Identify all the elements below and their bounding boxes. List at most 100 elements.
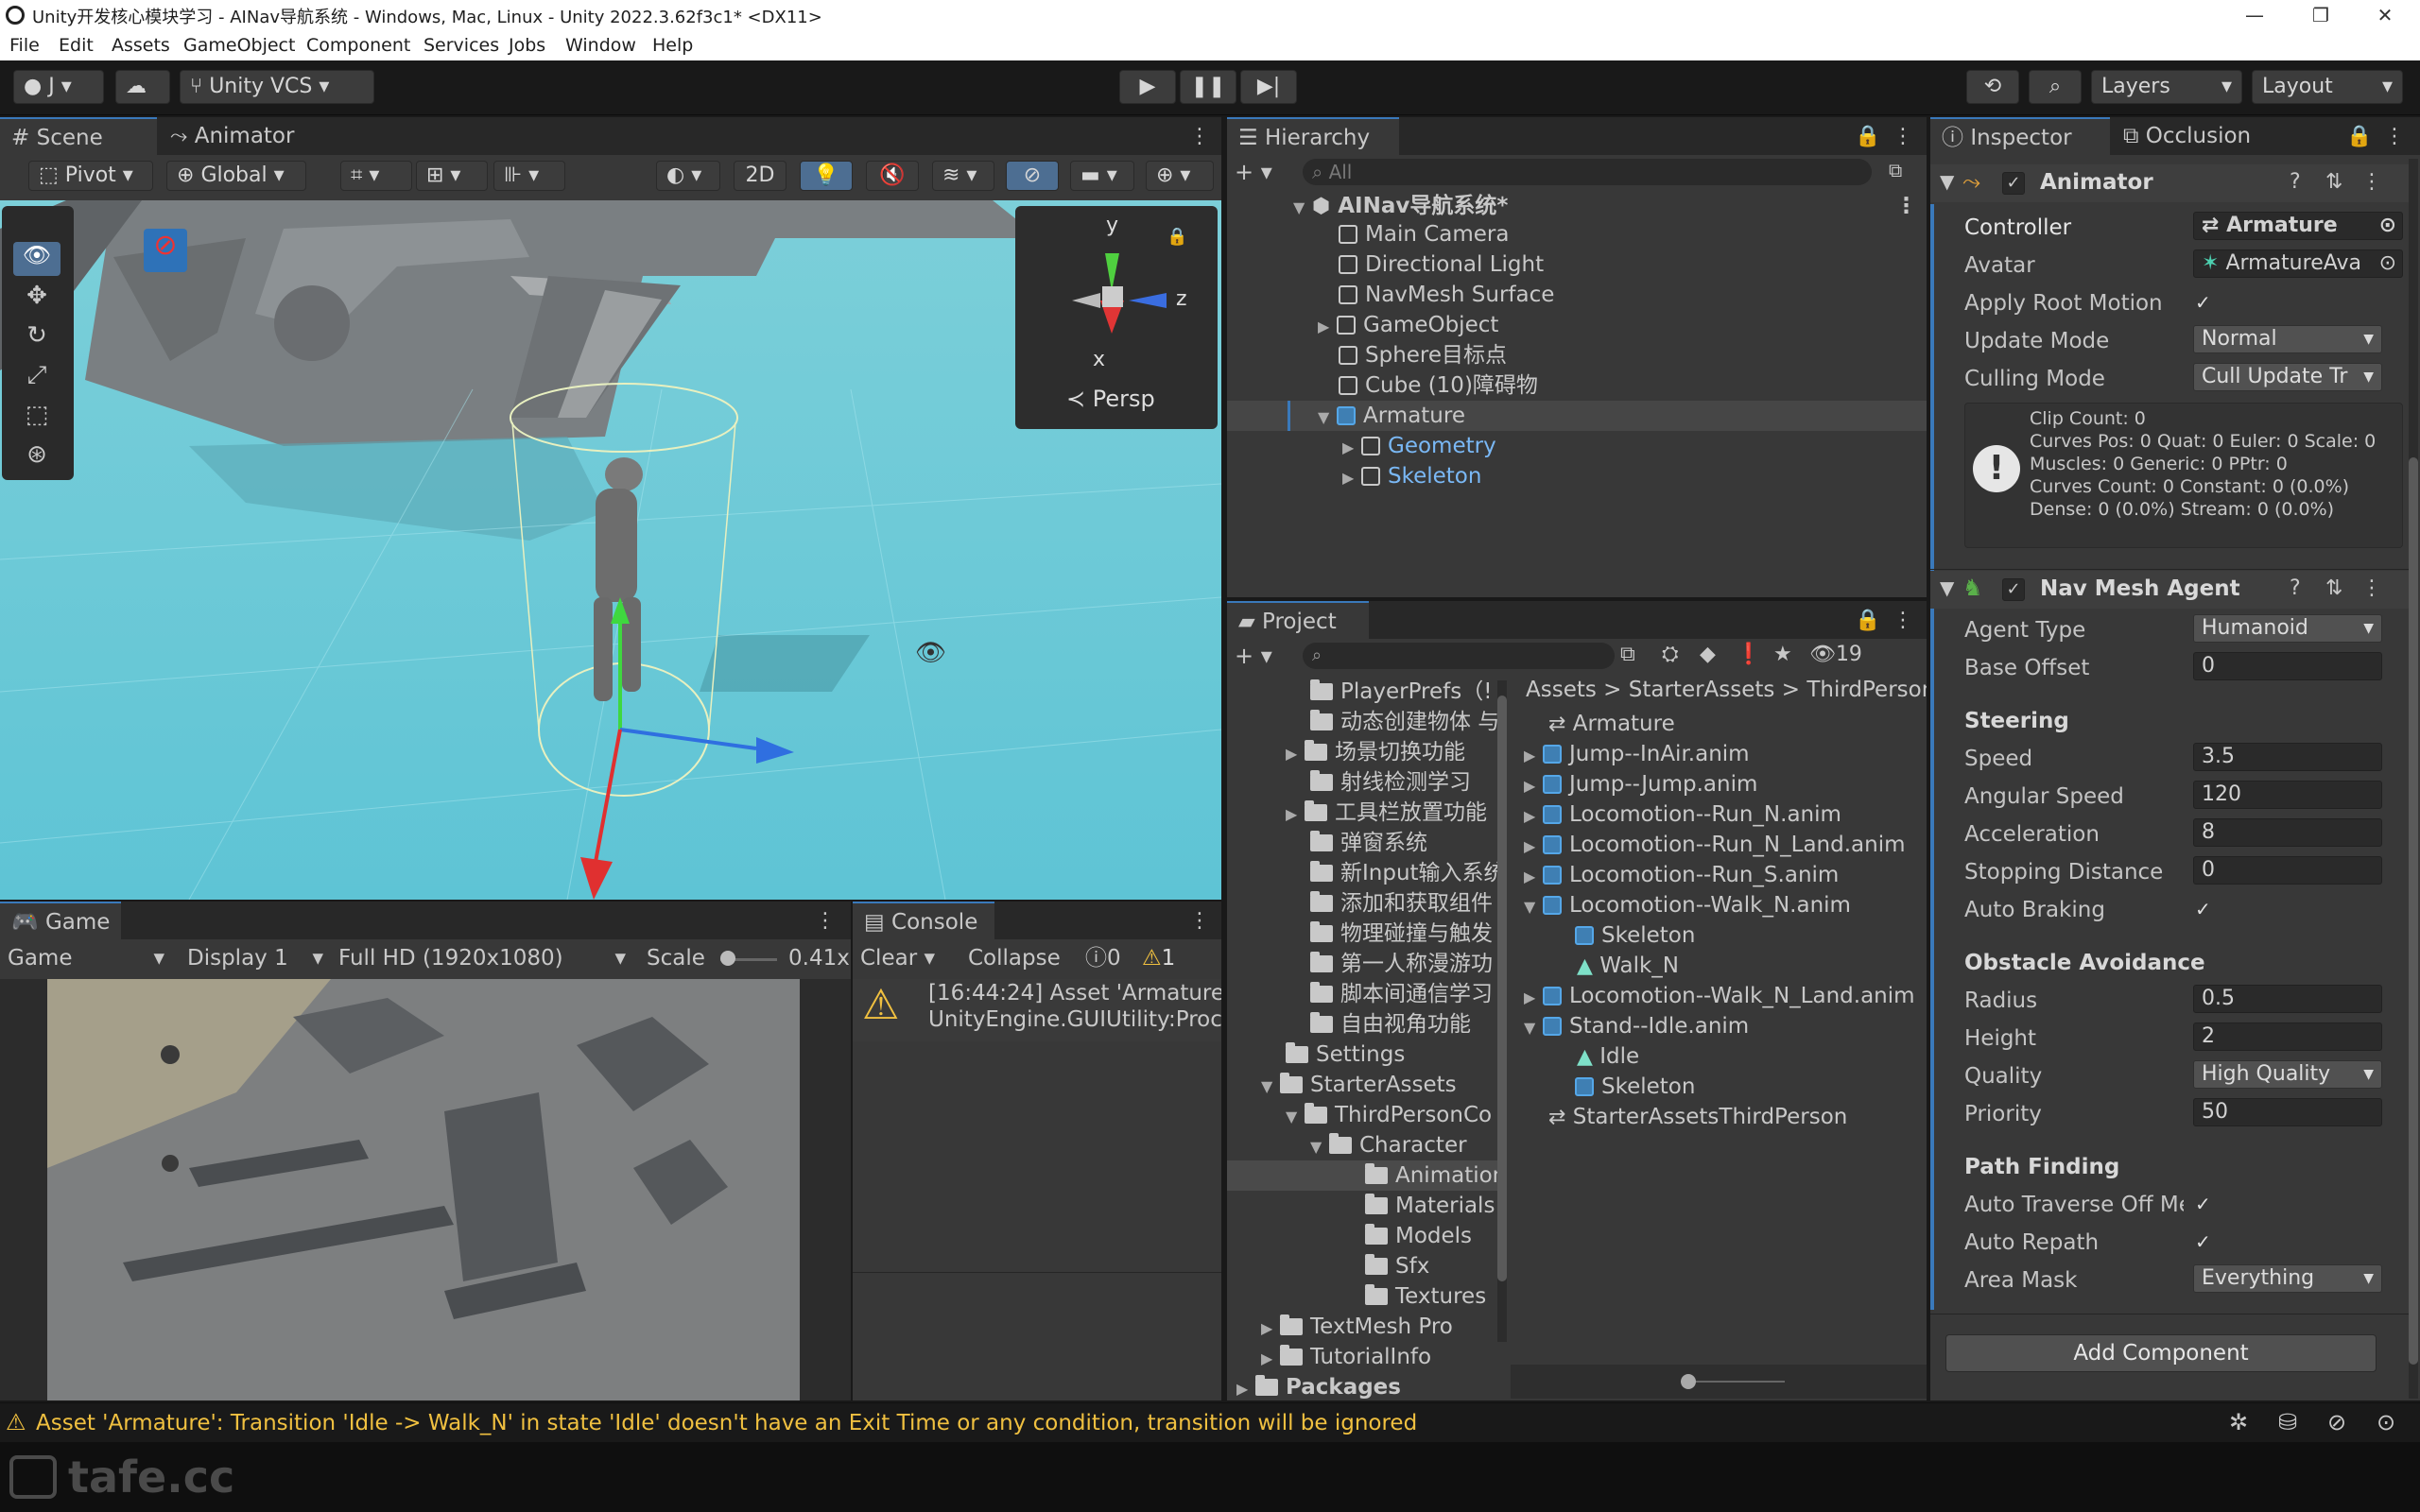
chevron-down-icon[interactable]: ▼ bbox=[1524, 892, 1543, 922]
inspector-scrollbar-thumb[interactable] bbox=[2409, 457, 2418, 1365]
grid-snap-button[interactable]: ⌗ ▾ bbox=[340, 161, 412, 191]
culling-mode-dropdown[interactable]: Cull Update Tr bbox=[2193, 363, 2382, 391]
folder-item[interactable]: ▼ ThirdPersonCo bbox=[1286, 1100, 1492, 1130]
tab-game[interactable]: 🎮 Game bbox=[0, 902, 121, 939]
hidden-count[interactable]: 👁19 bbox=[1809, 643, 1862, 666]
pause-button[interactable]: ❚❚ bbox=[1180, 70, 1236, 104]
chevron-down-icon[interactable]: ▼ bbox=[1261, 1072, 1280, 1102]
folder-item[interactable]: Textures bbox=[1365, 1281, 1486, 1312]
hidden-objects-button[interactable]: ⊘ bbox=[1006, 161, 1059, 191]
preset-icon[interactable]: ⇅ bbox=[2325, 576, 2342, 600]
folder-item[interactable]: Models bbox=[1365, 1221, 1472, 1251]
scale-slider-thumb[interactable] bbox=[720, 951, 735, 966]
folder-item[interactable]: Settings bbox=[1286, 1040, 1405, 1070]
menu-help[interactable]: Help bbox=[652, 35, 693, 56]
chevron-down-icon[interactable]: ▼ bbox=[1940, 170, 1954, 193]
auto-braking-checkbox[interactable]: ✓ bbox=[2195, 900, 2214, 919]
rect-tool-icon[interactable]: ⬚ bbox=[13, 401, 60, 435]
folder-item[interactable]: Sfx bbox=[1365, 1251, 1429, 1281]
menu-jobs[interactable]: Jobs bbox=[509, 35, 545, 56]
display-dropdown[interactable]: Display 1 ▾ bbox=[187, 943, 327, 973]
close-button[interactable]: ✕ bbox=[2352, 0, 2418, 30]
agent-type-dropdown[interactable]: Humanoid bbox=[2193, 614, 2382, 643]
game-mode-dropdown[interactable]: Game ▾ bbox=[8, 943, 168, 973]
hierarchy-item-navmesh-surface[interactable]: NavMesh Surface bbox=[1339, 280, 1554, 310]
quality-dropdown[interactable]: High Quality bbox=[2193, 1060, 2382, 1089]
breadcrumb-item[interactable]: ThirdPerson bbox=[1806, 678, 1927, 702]
hierarchy-search-input[interactable]: ⌕ All bbox=[1303, 159, 1872, 185]
effects-button[interactable]: ≋ ▾ bbox=[932, 161, 994, 191]
avatar-field[interactable]: ✶ ArmatureAva ⊙ bbox=[2193, 249, 2403, 278]
hierarchy-item-sphere[interactable]: Sphere目标点 bbox=[1339, 340, 1507, 370]
asset-item[interactable]: ▲ Idle bbox=[1577, 1041, 1639, 1072]
folder-item[interactable]: PlayerPrefs（! bbox=[1310, 677, 1492, 707]
menu-services[interactable]: Services bbox=[424, 35, 499, 56]
folder-item[interactable]: 第一人称漫游功 bbox=[1310, 949, 1493, 979]
tab-project[interactable]: ▰ Project bbox=[1227, 601, 1369, 639]
folder-item[interactable]: ▼ Character bbox=[1310, 1130, 1467, 1160]
chevron-right-icon[interactable]: ▶ bbox=[1524, 983, 1543, 1013]
rotate-tool-icon[interactable]: ↻ bbox=[13, 321, 60, 355]
warning-filter-button[interactable]: ⚠1 bbox=[1142, 943, 1175, 973]
component-menu-icon[interactable]: ⋮ bbox=[2361, 170, 2382, 194]
navmesh-off-icon[interactable]: ⊘ bbox=[144, 229, 187, 272]
preset-icon[interactable]: ⇅ bbox=[2325, 170, 2342, 194]
auto-traverse-checkbox[interactable]: ✓ bbox=[2195, 1194, 2214, 1213]
vcs-button[interactable]: ⑂ Unity VCS ▾ bbox=[180, 70, 374, 104]
folder-item[interactable]: ▶ TextMesh Pro bbox=[1261, 1312, 1453, 1342]
folder-item[interactable]: ▼ StarterAssets bbox=[1261, 1070, 1457, 1100]
lock-icon[interactable]: 🔒 bbox=[2346, 125, 2372, 148]
component-menu-icon[interactable]: ⋮ bbox=[2361, 576, 2382, 600]
folder-item[interactable]: 物理碰撞与触发 bbox=[1310, 919, 1493, 949]
maximize-button[interactable]: ❐ bbox=[2288, 0, 2354, 30]
projection-toggle[interactable]: ≺ Persp bbox=[1066, 386, 1155, 412]
asset-item[interactable]: ⇄ Armature bbox=[1548, 709, 1675, 739]
label-icon[interactable]: ◆ bbox=[1700, 643, 1716, 666]
info-filter-button[interactable]: ⓘ0 bbox=[1085, 943, 1121, 973]
navagent-enabled-checkbox[interactable]: ✓ bbox=[2002, 578, 2025, 601]
asset-item[interactable]: Skeleton bbox=[1575, 920, 1695, 951]
history-button[interactable]: ⟲ bbox=[1966, 70, 2019, 104]
chevron-right-icon[interactable]: ▶ bbox=[1286, 739, 1305, 769]
asset-item[interactable]: ▶ Jump--Jump.anim bbox=[1524, 769, 1757, 799]
chevron-right-icon[interactable]: ▶ bbox=[1524, 862, 1543, 892]
chevron-down-icon[interactable]: ▼ bbox=[1286, 1102, 1305, 1132]
tab-scene[interactable]: # Scene bbox=[0, 117, 157, 155]
menu-window[interactable]: Window bbox=[565, 35, 636, 56]
chevron-right-icon[interactable]: ▶ bbox=[1524, 801, 1543, 832]
asset-item[interactable]: ▼ Locomotion--Walk_N.anim bbox=[1524, 890, 1851, 920]
chevron-right-icon[interactable]: ▶ bbox=[1261, 1314, 1280, 1344]
navagent-header[interactable]: ▼ ♞ ✓ Nav Mesh Agent ? ⇅ ⋮ bbox=[1930, 571, 2409, 609]
radius-field[interactable]: 0.5 bbox=[2193, 985, 2382, 1013]
chevron-right-icon[interactable]: ▶ bbox=[1524, 741, 1543, 771]
asset-item[interactable]: Skeleton bbox=[1575, 1072, 1695, 1102]
audio-button[interactable]: 🔇 bbox=[866, 161, 919, 191]
breadcrumb-item[interactable]: Assets bbox=[1526, 678, 1597, 702]
transform-tool-icon[interactable]: ⊛ bbox=[13, 440, 60, 474]
console-entry[interactable]: ⚠ [16:44:24] Asset 'Armature': UnityEngi… bbox=[853, 979, 1221, 1041]
status-message[interactable]: Asset 'Armature': Transition 'Idle -> Wa… bbox=[36, 1411, 1417, 1435]
view-tool-eye-icon[interactable]: 👁 bbox=[13, 242, 60, 276]
filter-icon[interactable]: ⛭ bbox=[1662, 643, 1679, 666]
asset-item[interactable]: ▶ Locomotion--Run_N.anim bbox=[1524, 799, 1841, 830]
inspector-menu-icon[interactable]: ⋮ bbox=[2384, 125, 2405, 148]
scene-visibility-icon[interactable]: ⧉ bbox=[1889, 159, 1902, 181]
root-motion-checkbox[interactable]: ✓ bbox=[2195, 293, 2214, 312]
folder-item-packages[interactable]: ▶ Packages bbox=[1236, 1372, 1401, 1400]
debug-icon[interactable]: ✲ bbox=[2229, 1409, 2248, 1435]
game-menu-icon[interactable]: ⋮ bbox=[815, 909, 836, 933]
tab-animator[interactable]: ⤳ Animator bbox=[159, 117, 305, 155]
help-icon[interactable]: ? bbox=[2290, 170, 2301, 194]
asset-item[interactable]: ▲ Walk_N bbox=[1577, 951, 1679, 981]
folder-item[interactable]: 弹窗系统 bbox=[1310, 828, 1427, 858]
increment-snap-button[interactable]: ⊪ ▾ bbox=[493, 161, 565, 191]
chevron-right-icon[interactable]: ▶ bbox=[1342, 463, 1361, 493]
area-mask-dropdown[interactable]: Everything bbox=[2193, 1264, 2382, 1293]
collapse-button[interactable]: Collapse bbox=[968, 943, 1061, 973]
hierarchy-item-main-camera[interactable]: Main Camera bbox=[1339, 219, 1509, 249]
menu-edit[interactable]: Edit bbox=[59, 35, 94, 56]
chevron-right-icon[interactable]: ▶ bbox=[1524, 771, 1543, 801]
project-menu-icon[interactable]: ⋮ bbox=[1893, 609, 1913, 632]
chevron-right-icon[interactable]: ▶ bbox=[1236, 1374, 1255, 1400]
object-picker-icon[interactable]: ⊙ bbox=[2379, 250, 2396, 277]
